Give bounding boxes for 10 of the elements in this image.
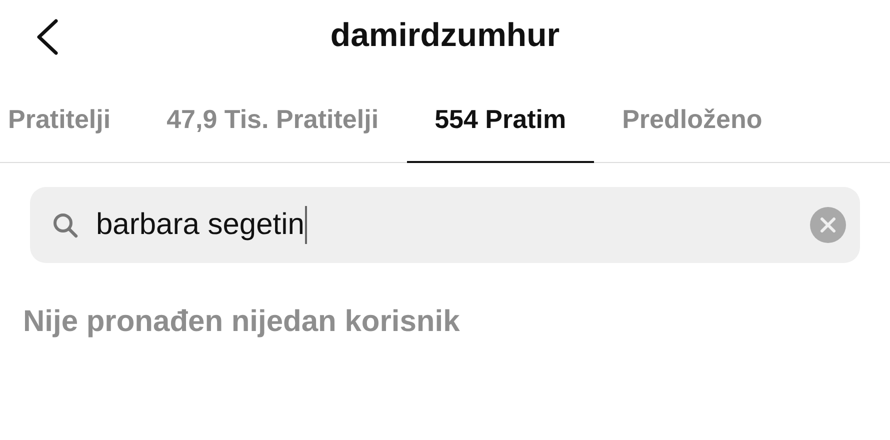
text-cursor xyxy=(305,206,308,244)
search-field[interactable]: barbara segetin xyxy=(30,187,860,263)
tab[interactable]: 554 Pratim xyxy=(406,94,594,163)
tab[interactable]: Predloženo xyxy=(594,94,790,163)
tab[interactable]: Pratitelji xyxy=(0,94,139,163)
profile-username: damirdzumhur xyxy=(330,16,560,54)
search-icon xyxy=(52,212,78,238)
tab[interactable]: 47,9 Tis. Pratitelji xyxy=(138,94,407,163)
no-results-message: Nije pronađen nijedan korisnik xyxy=(22,304,461,339)
chevron-left-icon xyxy=(34,18,60,56)
